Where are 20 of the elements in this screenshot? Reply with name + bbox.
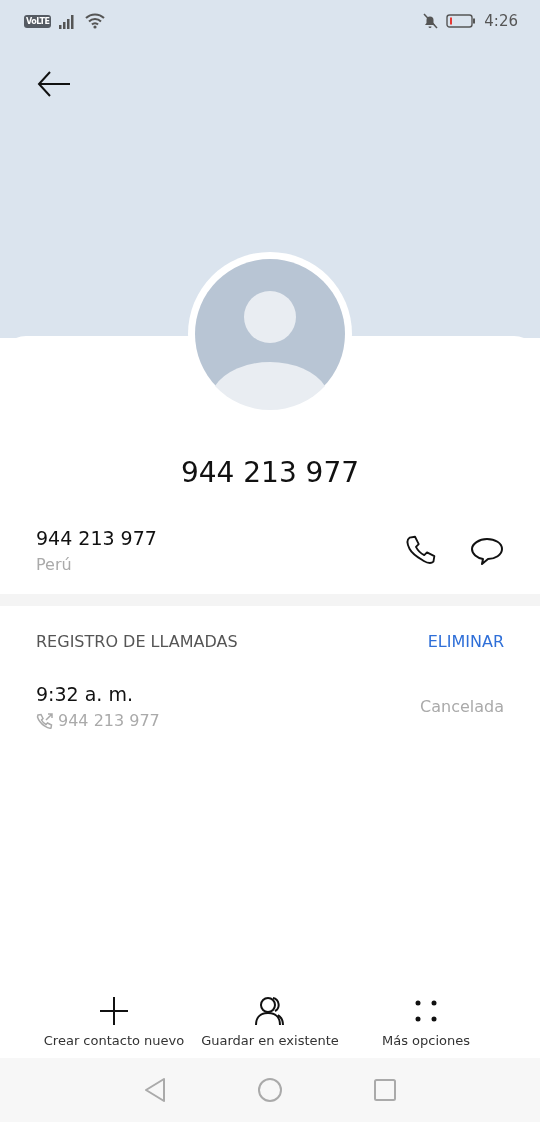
plus-icon bbox=[98, 995, 130, 1027]
clock-time: 4:26 bbox=[484, 12, 518, 30]
phone-number: 944 213 977 bbox=[36, 527, 158, 549]
action-button[interactable]: Crear contacto nuevo bbox=[36, 995, 192, 1048]
call-status: Cancelada bbox=[420, 697, 504, 716]
action-button[interactable]: Más opciones bbox=[348, 995, 504, 1048]
country-label: Perú bbox=[36, 555, 73, 574]
back-arrow-icon[interactable] bbox=[36, 70, 72, 98]
call-time: 9:32 a. m. bbox=[36, 683, 134, 705]
battery-icon bbox=[446, 13, 477, 29]
outgoing-call-icon bbox=[36, 712, 54, 729]
call-number: 944 213 977 bbox=[58, 711, 160, 730]
contact-title: 944 213 977 bbox=[180, 456, 360, 489]
section-heading: REGISTRO DE LLAMADAS bbox=[36, 632, 238, 651]
person-icon bbox=[254, 995, 286, 1027]
action-button[interactable]: Guardar en existente bbox=[192, 995, 348, 1048]
volte-badge: VoLTE bbox=[24, 14, 52, 28]
muted-bell-icon bbox=[422, 13, 439, 29]
wifi-icon bbox=[85, 13, 106, 29]
delete-link[interactable]: ELIMINAR bbox=[427, 632, 504, 651]
